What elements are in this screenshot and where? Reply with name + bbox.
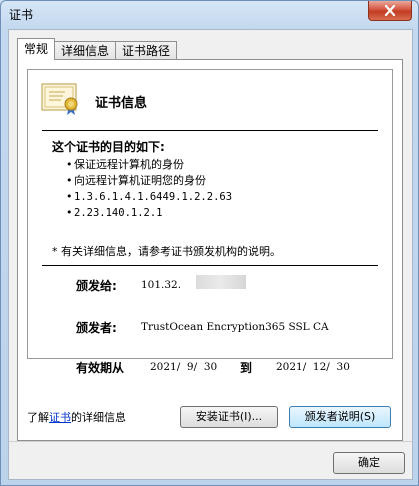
- purpose-text: 1.3.6.1.4.1.6449.1.2.2.63: [74, 191, 233, 203]
- purpose-heading: 这个证书的目的如下:: [52, 140, 165, 154]
- ok-button[interactable]: 确定: [333, 452, 405, 474]
- certificate-header: 证书信息: [28, 70, 392, 126]
- purpose-text: 2.23.140.1.2.1: [74, 207, 163, 219]
- valid-to-value: 2021/ 12/ 30: [276, 361, 350, 373]
- certificate-info-title: 证书信息: [95, 96, 148, 111]
- details-note: * 有关详细信息，请参考证书颁发机构的说明。: [52, 245, 281, 258]
- dialog-body: 常规 详细信息 证书路径 证书信息 这个证书的目的如下: • 保证远程计算机的身…: [8, 29, 413, 480]
- purpose-text: 保证远程计算机的身份: [74, 158, 184, 171]
- divider-top: [42, 130, 378, 131]
- list-item: • 2.23.140.1.2.1: [66, 206, 163, 219]
- learn-more-line: 了解证书的详细信息: [27, 409, 126, 425]
- validity-label: 有效期从: [76, 361, 125, 375]
- link-prefix: 了解: [27, 411, 49, 424]
- window-title: 证书: [9, 8, 34, 22]
- purpose-list: • 保证远程计算机的身份 • 向远程计算机证明您的身份 • 1.3.6.1.4.1.6…: [66, 157, 232, 221]
- tab-cert-path[interactable]: 证书路径: [115, 41, 178, 60]
- certificate-dialog: 证书 常规 详细信息 证书路径 证书信息 这个证书的目的如下: • 保证远程计算…: [0, 0, 419, 486]
- tab-details[interactable]: 详细信息: [54, 41, 117, 60]
- close-icon: [384, 5, 396, 16]
- install-certificate-button[interactable]: 安装证书(I)...: [180, 406, 278, 428]
- certificate-info-box: 证书信息 这个证书的目的如下: • 保证远程计算机的身份 • 向远程计算机证明您的身…: [27, 69, 393, 375]
- learn-certificates-link[interactable]: 证书: [49, 411, 71, 424]
- issued-to-value: 101.32.: [141, 279, 182, 291]
- issuer-statement-button[interactable]: 颁发者说明(S): [289, 406, 391, 428]
- link-suffix: 的详细信息: [71, 411, 126, 424]
- issued-to-label: 颁发给:: [76, 279, 117, 293]
- list-item: • 向远程计算机证明您的身份: [66, 174, 206, 187]
- close-button[interactable]: [368, 1, 412, 21]
- validity-to-label: 到: [240, 361, 253, 375]
- list-item: • 保证远程计算机的身份: [66, 158, 184, 171]
- purpose-text: 向远程计算机证明您的身份: [74, 174, 206, 187]
- list-item: • 1.3.6.1.4.1.6449.1.2.2.63: [66, 190, 233, 203]
- redacted-region: [196, 275, 246, 289]
- tab-strip: 常规 详细信息 证书路径: [17, 38, 178, 60]
- issued-by-label: 颁发者:: [76, 321, 117, 335]
- issued-by-value: TrustOcean Encryption365 SSL CA: [141, 321, 329, 333]
- certificate-icon: [41, 83, 78, 115]
- valid-from-value: 2021/ 9/ 30: [150, 361, 218, 373]
- title-bar[interactable]: 证书: [1, 1, 418, 27]
- footer-divider: [9, 441, 412, 442]
- general-tab-panel: 证书信息 这个证书的目的如下: • 保证远程计算机的身份 • 向远程计算机证明您的身…: [17, 59, 403, 441]
- divider-bottom: [42, 265, 378, 266]
- tab-general[interactable]: 常规: [17, 38, 56, 60]
